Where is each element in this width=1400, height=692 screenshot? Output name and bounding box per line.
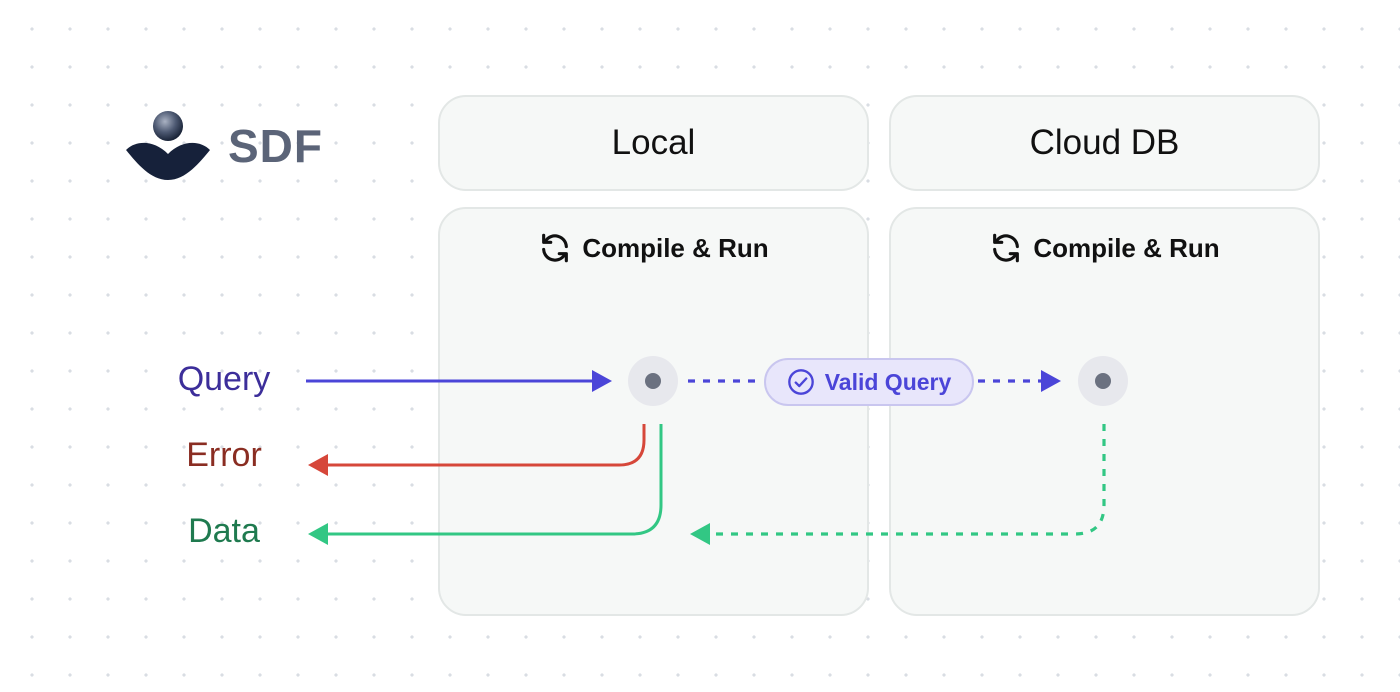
error-label: Error: [186, 436, 262, 474]
local-node: [628, 356, 678, 406]
flow-arrows: [306, 370, 1106, 545]
error-arrow: [308, 424, 646, 476]
data-label: Data: [188, 512, 260, 550]
cloud-db-node-dot: [1095, 373, 1111, 389]
cloud-db-node: [1078, 356, 1128, 406]
valid-query-label: Valid Query: [824, 368, 952, 395]
cloud-data-arrow: [690, 424, 1106, 545]
query-label: Query: [177, 360, 271, 398]
query-arrow: [306, 370, 612, 392]
data-arrow: [308, 424, 663, 545]
check-circle-icon: [787, 369, 814, 395]
valid-query-badge: Valid Query: [764, 358, 974, 406]
local-node-dot: [645, 373, 661, 389]
